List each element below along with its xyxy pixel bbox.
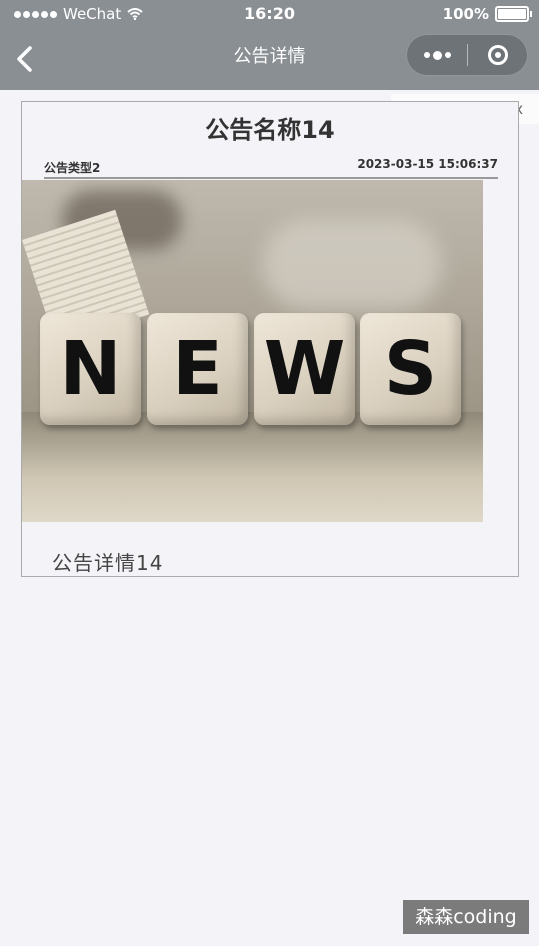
news-cube-n: N xyxy=(40,313,141,425)
status-bar: WeChat 16:20 100% xyxy=(0,0,539,28)
watermark: 森森coding xyxy=(403,900,529,934)
battery-icon xyxy=(495,6,532,22)
capsule-close-icon xyxy=(487,45,508,65)
top-bar: WeChat 16:20 100% 公告详情 xyxy=(0,0,539,90)
notice-image: N E W S xyxy=(22,180,483,522)
more-dots-icon[interactable] xyxy=(407,34,467,76)
nav-bar: 公告详情 xyxy=(0,28,539,90)
notice-detail: 公告详情14 xyxy=(52,551,164,575)
notice-card: 公告名称14 公告类型2 2023-03-15 15:06:37 N E W S… xyxy=(21,101,519,577)
news-cube-w: W xyxy=(254,313,355,425)
notice-type: 公告类型2 xyxy=(44,161,101,175)
notice-title: 公告名称14 xyxy=(205,116,335,144)
battery-percent: 100% xyxy=(442,5,489,23)
capsule-close-button[interactable] xyxy=(468,34,527,76)
notice-meta: 公告类型2 2023-03-15 15:06:37 xyxy=(44,155,498,179)
notice-date: 2023-03-15 15:06:37 xyxy=(357,157,498,171)
battery-group: 100% xyxy=(442,0,532,28)
menu-capsule xyxy=(406,34,528,76)
news-cube-s: S xyxy=(360,313,461,425)
news-cube-e: E xyxy=(147,313,248,425)
